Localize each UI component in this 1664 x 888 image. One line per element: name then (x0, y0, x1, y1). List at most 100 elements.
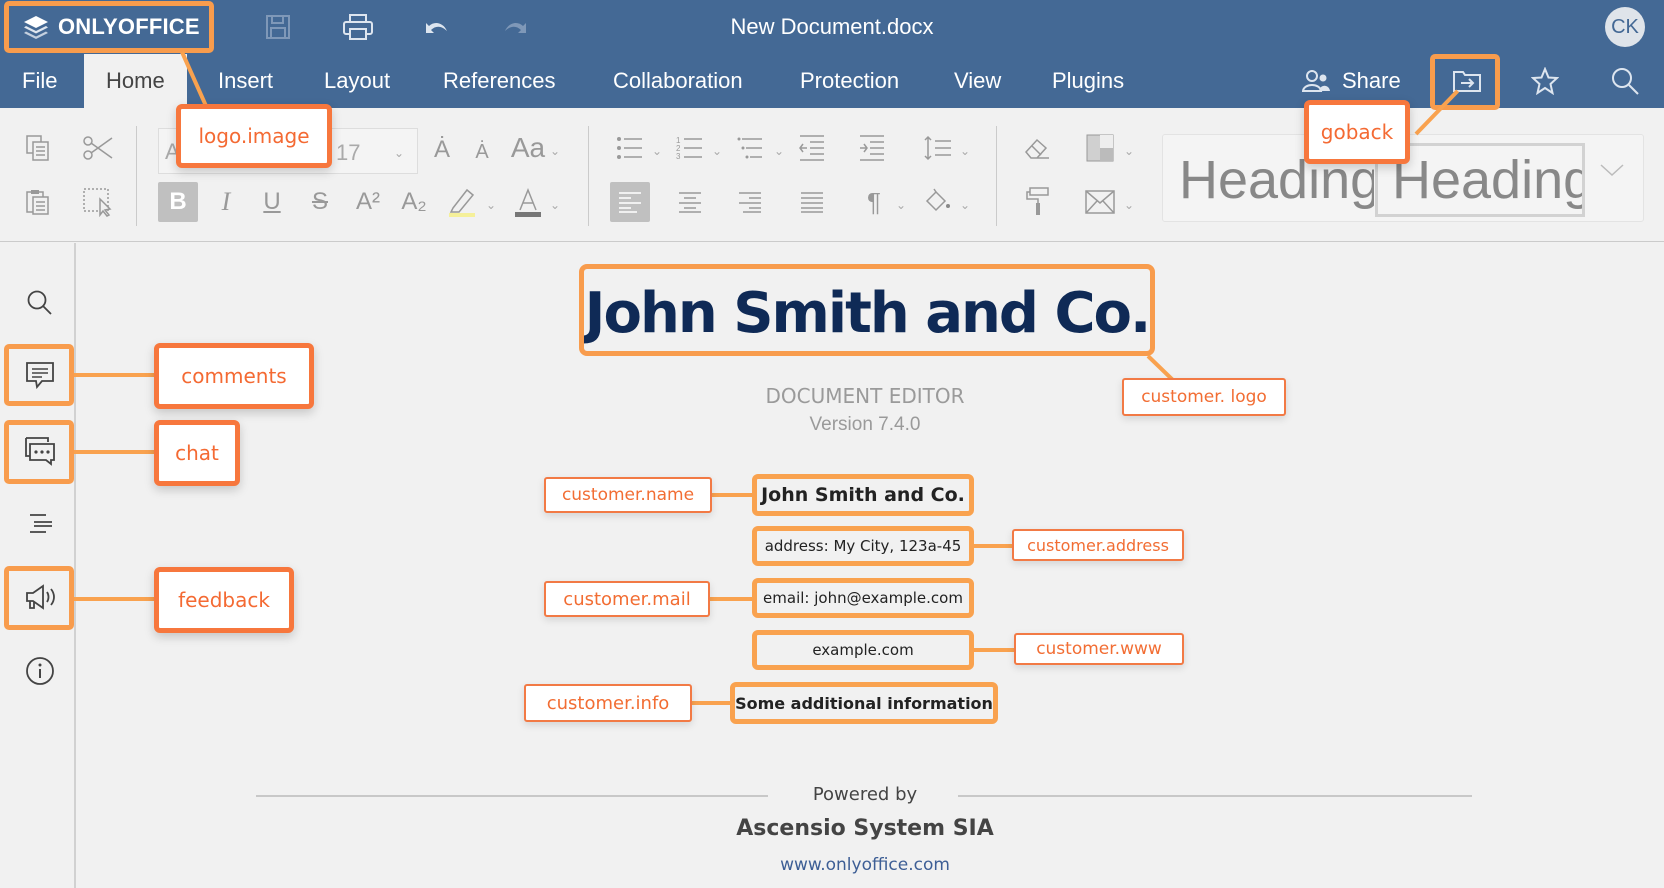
paragraph-shading-button[interactable] (918, 182, 958, 222)
tab-collaboration[interactable]: Collaboration (591, 54, 765, 108)
copy-style-button[interactable] (1018, 182, 1058, 222)
change-case-icon: Aa (510, 132, 546, 163)
decrease-indent-button[interactable] (792, 128, 832, 168)
tab-insert[interactable]: Insert (196, 54, 295, 108)
strikethrough-icon: S (311, 188, 328, 215)
print-icon (343, 14, 373, 40)
bold-icon: B (169, 188, 187, 215)
callout-customer-address: customer.address (1012, 529, 1184, 561)
envelope-icon (1085, 190, 1115, 214)
align-left-icon (619, 192, 641, 213)
align-right-button[interactable] (730, 182, 770, 222)
increase-font-button[interactable]: Ȧ (422, 130, 462, 170)
chevron-down-icon: ⌄ (652, 144, 663, 158)
align-left-button[interactable] (610, 182, 650, 222)
user-avatar[interactable]: CK (1605, 7, 1645, 47)
bold-button[interactable]: B (158, 182, 198, 222)
powered-by-label: Powered by (812, 784, 918, 805)
chevron-down-icon: ⌄ (960, 198, 971, 212)
connector-line (972, 648, 1014, 652)
save-icon (266, 15, 290, 39)
select-all-button[interactable] (78, 182, 118, 222)
copy-icon (26, 135, 49, 161)
cut-button[interactable] (78, 128, 118, 168)
print-button[interactable] (340, 10, 376, 44)
customer-email-value[interactable]: email: john@example.com (752, 578, 974, 618)
subscript-button[interactable]: A₂ (394, 182, 434, 222)
highlight-button[interactable] (442, 182, 482, 222)
mail-merge-button[interactable] (1080, 182, 1120, 222)
justify-button[interactable] (792, 182, 832, 222)
connector-line (74, 450, 156, 454)
font-color-icon (515, 187, 541, 217)
chevron-down-icon: ⌄ (1124, 198, 1135, 212)
numbered-list-icon: 123 (676, 136, 702, 161)
vendor-site-link[interactable]: www.onlyoffice.com (700, 855, 1030, 875)
change-case-button[interactable]: Aa (508, 128, 548, 168)
logo-highlight-frame (4, 1, 214, 53)
strikethrough-button[interactable]: S (300, 182, 340, 222)
connector-line (74, 597, 156, 601)
paint-bucket-icon (925, 188, 950, 212)
undo-button[interactable] (418, 10, 454, 44)
redo-button[interactable] (498, 10, 534, 44)
align-center-button[interactable] (670, 182, 710, 222)
share-users-icon (1302, 70, 1330, 92)
copy-button[interactable] (18, 128, 58, 168)
font-size-select[interactable]: 17 (336, 140, 360, 166)
chevron-down-icon: ⌄ (394, 146, 405, 160)
share-label: Share (1342, 68, 1401, 93)
tab-layout[interactable]: Layout (302, 54, 412, 108)
paste-button[interactable] (18, 182, 58, 222)
clear-style-button[interactable] (1018, 128, 1058, 168)
sidebar-search-button[interactable] (12, 275, 68, 331)
styles-expand-button[interactable] (1599, 161, 1629, 191)
goback-highlight-frame (1430, 54, 1500, 110)
callout-feedback: feedback (154, 567, 294, 633)
chevron-down-icon: ⌄ (774, 144, 785, 158)
save-button[interactable] (260, 10, 296, 44)
callout-customer-logo: customer. logo (1122, 378, 1286, 416)
tab-home[interactable]: Home (84, 54, 187, 108)
color-scheme-button[interactable] (1080, 128, 1120, 168)
multilevel-list-button[interactable] (730, 128, 770, 168)
decrease-font-button[interactable]: Ȧ (462, 132, 502, 172)
superscript-button[interactable]: A² (348, 182, 388, 222)
tab-file[interactable]: File (0, 54, 79, 108)
callout-chat: chat (154, 420, 240, 486)
tab-references[interactable]: References (421, 54, 578, 108)
header-search-button[interactable] (1606, 63, 1644, 99)
product-name: DOCUMENT EDITOR (765, 384, 965, 408)
callout-comments: comments (154, 343, 314, 409)
chevron-down-icon: ⌄ (712, 144, 723, 158)
ribbon-tabs: File Home Insert Layout References Colla… (0, 54, 1664, 108)
toolbar-separator (136, 126, 137, 226)
callout-customer-www: customer.www (1014, 633, 1184, 665)
sidebar-about-button[interactable] (12, 643, 68, 699)
customer-logo-highlight-frame (579, 264, 1155, 356)
tab-view[interactable]: View (932, 54, 1023, 108)
tab-plugins[interactable]: Plugins (1030, 54, 1146, 108)
tab-protection[interactable]: Protection (778, 54, 921, 108)
toolbar-separator (996, 126, 997, 226)
line-spacing-button[interactable] (918, 128, 958, 168)
nonprinting-characters-button[interactable]: ¶ (854, 182, 894, 222)
font-color-button[interactable] (508, 182, 548, 222)
increase-indent-button[interactable] (852, 128, 892, 168)
customer-www-value[interactable]: example.com (752, 630, 974, 670)
footer-divider-left (256, 795, 768, 797)
sidebar-navigation-button[interactable] (12, 495, 68, 551)
line-spacing-icon (924, 135, 951, 161)
italic-button[interactable]: I (206, 182, 246, 222)
document-title[interactable]: New Document.docx (731, 14, 934, 39)
search-icon (27, 290, 52, 315)
customer-name-value: John Smith and Co. (752, 474, 974, 516)
underline-button[interactable]: U (252, 182, 292, 222)
customer-address-value: address: My City, 123a-45 (752, 526, 974, 566)
numbering-button[interactable]: 123 (670, 128, 710, 168)
eraser-icon (1025, 138, 1049, 159)
svg-text:3: 3 (676, 152, 681, 161)
bullets-button[interactable] (610, 128, 650, 168)
favorite-button[interactable] (1526, 63, 1564, 99)
chevron-down-icon: ⌄ (960, 144, 971, 158)
